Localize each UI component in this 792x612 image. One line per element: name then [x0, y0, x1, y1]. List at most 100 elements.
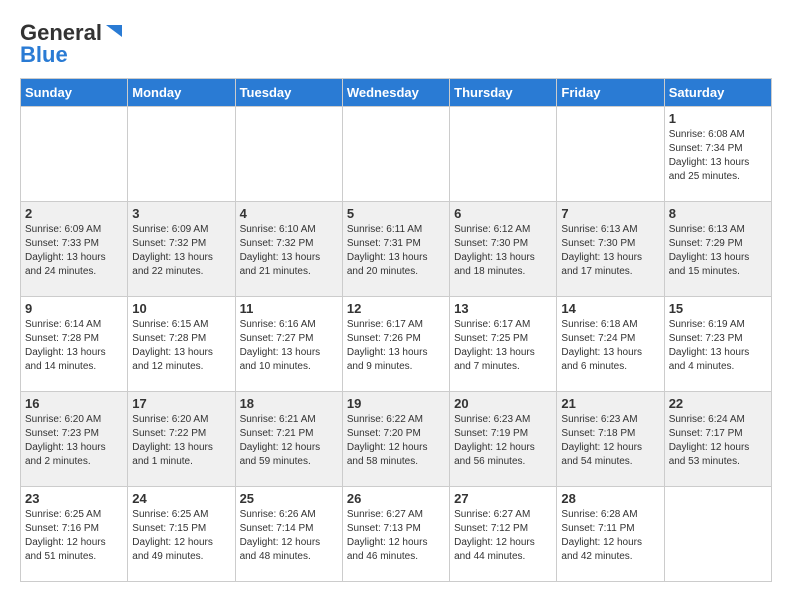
calendar-cell: 17Sunrise: 6:20 AM Sunset: 7:22 PM Dayli…: [128, 392, 235, 487]
day-number: 28: [561, 491, 659, 506]
day-info: Sunrise: 6:27 AM Sunset: 7:12 PM Dayligh…: [454, 508, 552, 564]
day-number: 11: [240, 301, 338, 316]
calendar-cell: [450, 107, 557, 202]
calendar-week-row: 23 Sunrise: 6:25 AM Sunset: 7:16 PM Dayli…: [21, 487, 772, 582]
calendar-cell: 7 Sunrise: 6:13 AM Sunset: 7:30 PM Daylig…: [557, 202, 664, 297]
day-number: 6: [454, 206, 552, 221]
day-info: Sunrise: 6:23 AM Sunset: 7:19 PM Dayligh…: [454, 413, 552, 469]
day-info: Sunrise: 6:28 AM Sunset: 7:11 PM Dayligh…: [561, 508, 659, 564]
day-info: Sunrise: 6:08 AM Sunset: 7:34 PM Dayligh…: [669, 128, 767, 184]
page-header: General Blue: [20, 20, 772, 68]
day-info: Sunrise: 6:22 AM Sunset: 7:20 PM Dayligh…: [347, 413, 445, 469]
day-info: Sunrise: 6:16 AM Sunset: 7:27 PM Dayligh…: [240, 318, 338, 374]
day-info: Sunrise: 6:13 AM Sunset: 7:29 PM Dayligh…: [669, 223, 767, 279]
calendar-cell: [235, 107, 342, 202]
day-info: Sunrise: 6:24 AM Sunset: 7:17 PM Dayligh…: [669, 413, 767, 469]
calendar-cell: 1 Sunrise: 6:08 AM Sunset: 7:34 PM Daylig…: [664, 107, 771, 202]
calendar-cell: 14 Sunrise: 6:18 AM Sunset: 7:24 PM Dayli…: [557, 297, 664, 392]
day-number: 27: [454, 491, 552, 506]
weekday-header: Sunday: [21, 79, 128, 107]
day-number: 13: [454, 301, 552, 316]
day-info: Sunrise: 6:12 AM Sunset: 7:30 PM Dayligh…: [454, 223, 552, 279]
day-info: Sunrise: 6:19 AM Sunset: 7:23 PM Dayligh…: [669, 318, 767, 374]
day-number: 5: [347, 206, 445, 221]
day-number: 23: [25, 491, 123, 506]
day-number: 1: [669, 111, 767, 126]
day-number: 12: [347, 301, 445, 316]
calendar-cell: 15 Sunrise: 6:19 AM Sunset: 7:23 PM Dayli…: [664, 297, 771, 392]
calendar-cell: 4 Sunrise: 6:10 AM Sunset: 7:32 PM Daylig…: [235, 202, 342, 297]
calendar-cell: 8 Sunrise: 6:13 AM Sunset: 7:29 PM Daylig…: [664, 202, 771, 297]
calendar-cell: 16 Sunrise: 6:20 AM Sunset: 7:23 PM Dayli…: [21, 392, 128, 487]
day-number: 22: [669, 396, 767, 411]
calendar-cell: 5 Sunrise: 6:11 AM Sunset: 7:31 PM Daylig…: [342, 202, 449, 297]
weekday-header: Saturday: [664, 79, 771, 107]
calendar-cell: 21Sunrise: 6:23 AM Sunset: 7:18 PM Dayli…: [557, 392, 664, 487]
day-info: Sunrise: 6:17 AM Sunset: 7:26 PM Dayligh…: [347, 318, 445, 374]
day-number: 2: [25, 206, 123, 221]
day-info: Sunrise: 6:20 AM Sunset: 7:23 PM Dayligh…: [25, 413, 123, 469]
day-info: Sunrise: 6:18 AM Sunset: 7:24 PM Dayligh…: [561, 318, 659, 374]
calendar-cell: 9Sunrise: 6:14 AM Sunset: 7:28 PM Daylig…: [21, 297, 128, 392]
day-number: 26: [347, 491, 445, 506]
calendar-cell: 10 Sunrise: 6:15 AM Sunset: 7:28 PM Dayli…: [128, 297, 235, 392]
day-info: Sunrise: 6:27 AM Sunset: 7:13 PM Dayligh…: [347, 508, 445, 564]
calendar-cell: 19 Sunrise: 6:22 AM Sunset: 7:20 PM Dayli…: [342, 392, 449, 487]
day-info: Sunrise: 6:15 AM Sunset: 7:28 PM Dayligh…: [132, 318, 230, 374]
weekday-header: Thursday: [450, 79, 557, 107]
calendar-cell: [664, 487, 771, 582]
calendar-week-row: 2 Sunrise: 6:09 AM Sunset: 7:33 PM Daylig…: [21, 202, 772, 297]
day-number: 16: [25, 396, 123, 411]
calendar-cell: 24 Sunrise: 6:25 AM Sunset: 7:15 PM Dayli…: [128, 487, 235, 582]
day-number: 15: [669, 301, 767, 316]
calendar-cell: 11 Sunrise: 6:16 AM Sunset: 7:27 PM Dayli…: [235, 297, 342, 392]
day-number: 9: [25, 301, 123, 316]
calendar-cell: 26 Sunrise: 6:27 AM Sunset: 7:13 PM Dayli…: [342, 487, 449, 582]
calendar-cell: [557, 107, 664, 202]
day-number: 25: [240, 491, 338, 506]
day-number: 4: [240, 206, 338, 221]
day-info: Sunrise: 6:10 AM Sunset: 7:32 PM Dayligh…: [240, 223, 338, 279]
day-info: Sunrise: 6:09 AM Sunset: 7:33 PM Dayligh…: [25, 223, 123, 279]
day-number: 3: [132, 206, 230, 221]
calendar-cell: 3 Sunrise: 6:09 AM Sunset: 7:32 PM Daylig…: [128, 202, 235, 297]
calendar-cell: [128, 107, 235, 202]
day-info: Sunrise: 6:25 AM Sunset: 7:15 PM Dayligh…: [132, 508, 230, 564]
weekday-header: Monday: [128, 79, 235, 107]
day-info: Sunrise: 6:09 AM Sunset: 7:32 PM Dayligh…: [132, 223, 230, 279]
day-number: 21: [561, 396, 659, 411]
day-number: 7: [561, 206, 659, 221]
calendar-cell: 12 Sunrise: 6:17 AM Sunset: 7:26 PM Dayli…: [342, 297, 449, 392]
day-number: 24: [132, 491, 230, 506]
calendar-week-row: 9Sunrise: 6:14 AM Sunset: 7:28 PM Daylig…: [21, 297, 772, 392]
day-number: 17: [132, 396, 230, 411]
logo-icon: [104, 23, 124, 43]
calendar-cell: 2 Sunrise: 6:09 AM Sunset: 7:33 PM Daylig…: [21, 202, 128, 297]
day-number: 20: [454, 396, 552, 411]
calendar-cell: 18 Sunrise: 6:21 AM Sunset: 7:21 PM Dayli…: [235, 392, 342, 487]
logo-blue: Blue: [20, 42, 68, 68]
calendar-cell: [21, 107, 128, 202]
calendar-cell: 27 Sunrise: 6:27 AM Sunset: 7:12 PM Dayli…: [450, 487, 557, 582]
day-number: 8: [669, 206, 767, 221]
day-info: Sunrise: 6:21 AM Sunset: 7:21 PM Dayligh…: [240, 413, 338, 469]
day-number: 19: [347, 396, 445, 411]
logo: General Blue: [20, 20, 124, 68]
day-info: Sunrise: 6:17 AM Sunset: 7:25 PM Dayligh…: [454, 318, 552, 374]
calendar-cell: 28 Sunrise: 6:28 AM Sunset: 7:11 PM Dayli…: [557, 487, 664, 582]
calendar-cell: 23 Sunrise: 6:25 AM Sunset: 7:16 PM Dayli…: [21, 487, 128, 582]
calendar-week-row: 1 Sunrise: 6:08 AM Sunset: 7:34 PM Daylig…: [21, 107, 772, 202]
calendar-cell: 22 Sunrise: 6:24 AM Sunset: 7:17 PM Dayli…: [664, 392, 771, 487]
weekday-header: Friday: [557, 79, 664, 107]
day-number: 18: [240, 396, 338, 411]
day-info: Sunrise: 6:13 AM Sunset: 7:30 PM Dayligh…: [561, 223, 659, 279]
day-number: 10: [132, 301, 230, 316]
calendar-cell: [342, 107, 449, 202]
day-info: Sunrise: 6:26 AM Sunset: 7:14 PM Dayligh…: [240, 508, 338, 564]
weekday-header: Tuesday: [235, 79, 342, 107]
day-info: Sunrise: 6:11 AM Sunset: 7:31 PM Dayligh…: [347, 223, 445, 279]
day-number: 14: [561, 301, 659, 316]
calendar-cell: 13 Sunrise: 6:17 AM Sunset: 7:25 PM Dayli…: [450, 297, 557, 392]
calendar-cell: 20 Sunrise: 6:23 AM Sunset: 7:19 PM Dayli…: [450, 392, 557, 487]
day-info: Sunrise: 6:25 AM Sunset: 7:16 PM Dayligh…: [25, 508, 123, 564]
